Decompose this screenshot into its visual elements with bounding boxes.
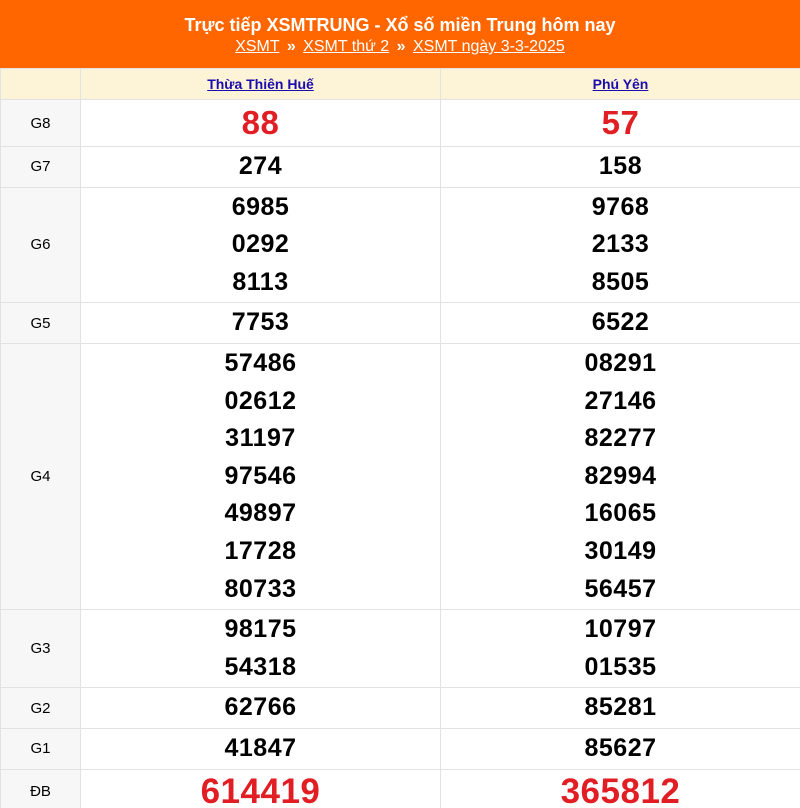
breadcrumb-separator: »	[396, 38, 406, 55]
province-link-phu-yen[interactable]: Phú Yên	[593, 76, 649, 92]
result-number: 16065	[584, 499, 657, 528]
result-number: 41847	[224, 733, 297, 762]
prize-label: G5	[0, 302, 81, 344]
prize-label: G1	[0, 727, 81, 770]
breadcrumb-separator: »	[286, 38, 296, 55]
table-row: G5 7753 6522	[0, 302, 800, 344]
result-number: 9768	[591, 192, 650, 221]
result-cell: 41847	[80, 727, 441, 770]
prize-label: ĐB	[0, 768, 81, 808]
result-number: 08291	[584, 348, 657, 377]
result-number: 80733	[224, 574, 297, 603]
result-number: 2133	[591, 230, 650, 259]
province-link-thua-thien-hue[interactable]: Thừa Thiên Huế	[207, 76, 314, 92]
page-header: Trực tiếp XSMTRUNG - Xổ số miền Trung hô…	[0, 0, 800, 68]
table-row: G3 98175 54318 10797 01535	[0, 609, 800, 689]
breadcrumb-xsmt-date[interactable]: XSMT ngày 3-3-2025	[413, 38, 565, 55]
result-cell: 9768 2133 8505	[440, 186, 800, 304]
results-table: Thừa Thiên Huế Phú Yên G8 88 57 G7 274 158 G6 6…	[0, 68, 800, 808]
result-number: 0292	[231, 230, 290, 259]
result-cell: 274	[80, 146, 441, 188]
table-row: G4 57486 02612 31197 97546 49897 17728 80733 082…	[0, 342, 800, 611]
breadcrumb-xsmt[interactable]: XSMT	[235, 38, 279, 55]
result-number: 7753	[231, 308, 290, 337]
result-number: 27146	[584, 386, 657, 415]
result-cell: 365812	[440, 768, 800, 808]
result-cell: 08291 27146 82277 82994 16065 30149 56457	[440, 342, 800, 611]
result-cell: 62766	[80, 687, 441, 729]
result-number: 8505	[591, 267, 650, 296]
prize-label: G3	[0, 609, 81, 689]
page-title: Trực tiếp XSMTRUNG - Xổ số miền Trung hô…	[184, 15, 616, 35]
result-number: 274	[238, 152, 283, 180]
table-row: G1 41847 85627	[0, 727, 800, 770]
result-cell: 6985 0292 8113	[80, 186, 441, 304]
table-row: G7 274 158	[0, 146, 800, 188]
result-number: 82277	[584, 424, 657, 453]
result-number: 8113	[232, 267, 289, 296]
prize-label: G2	[0, 687, 81, 729]
result-cell: 10797 01535	[440, 609, 800, 689]
result-number: 49897	[224, 499, 297, 528]
result-number: 01535	[584, 652, 657, 681]
result-number: 31197	[225, 424, 296, 453]
result-number: 98175	[224, 615, 297, 644]
breadcrumb-xsmt-thu-2[interactable]: XSMT thứ 2	[303, 38, 389, 55]
result-cell: 614419	[80, 768, 441, 808]
prize-header-cell	[0, 68, 81, 100]
result-cell: 7753	[80, 302, 441, 344]
result-number: 10797	[584, 615, 657, 644]
result-cell: 6522	[440, 302, 800, 344]
province-header-cell: Thừa Thiên Huế	[80, 68, 441, 100]
prize-label: G4	[0, 342, 81, 611]
result-number: 6985	[231, 192, 290, 221]
result-number: 85627	[584, 733, 657, 762]
result-cell: 85627	[440, 727, 800, 770]
result-number: 6522	[591, 308, 650, 337]
result-number: 57	[601, 104, 640, 141]
result-cell: 85281	[440, 687, 800, 729]
prize-label: G8	[0, 99, 81, 147]
province-header-cell: Phú Yên	[440, 68, 800, 100]
result-number: 85281	[584, 693, 657, 722]
result-number: 97546	[224, 461, 297, 490]
result-number: 82994	[584, 461, 657, 490]
table-row: ĐB 614419 365812	[0, 768, 800, 808]
result-number: 17728	[224, 536, 297, 565]
result-cell: 57486 02612 31197 97546 49897 17728 80733	[80, 342, 441, 611]
result-cell: 158	[440, 146, 800, 188]
result-number: 365812	[560, 771, 681, 808]
result-cell: 98175 54318	[80, 609, 441, 689]
result-number: 02612	[224, 386, 297, 415]
result-number: 54318	[224, 652, 297, 681]
table-header-row: Thừa Thiên Huế Phú Yên	[0, 68, 800, 100]
result-number: 158	[598, 152, 643, 180]
result-number: 57486	[224, 348, 297, 377]
result-number: 62766	[224, 693, 297, 722]
table-row: G6 6985 0292 8113 9768 2133 8505	[0, 186, 800, 304]
breadcrumb: XSMT » XSMT thứ 2 » XSMT ngày 3-3-2025	[0, 37, 800, 57]
table-row: G8 88 57	[0, 99, 800, 147]
results-body: G8 88 57 G7 274 158 G6 6985 0292 8113 9768 2133 8505…	[0, 99, 800, 808]
table-row: G2 62766 85281	[0, 687, 800, 729]
result-cell: 57	[440, 99, 800, 147]
prize-label: G6	[0, 186, 81, 304]
result-number: 30149	[584, 536, 657, 565]
result-number: 88	[241, 104, 280, 141]
result-cell: 88	[80, 99, 441, 147]
result-number: 614419	[200, 771, 321, 808]
prize-label: G7	[0, 146, 81, 188]
result-number: 56457	[584, 574, 657, 603]
